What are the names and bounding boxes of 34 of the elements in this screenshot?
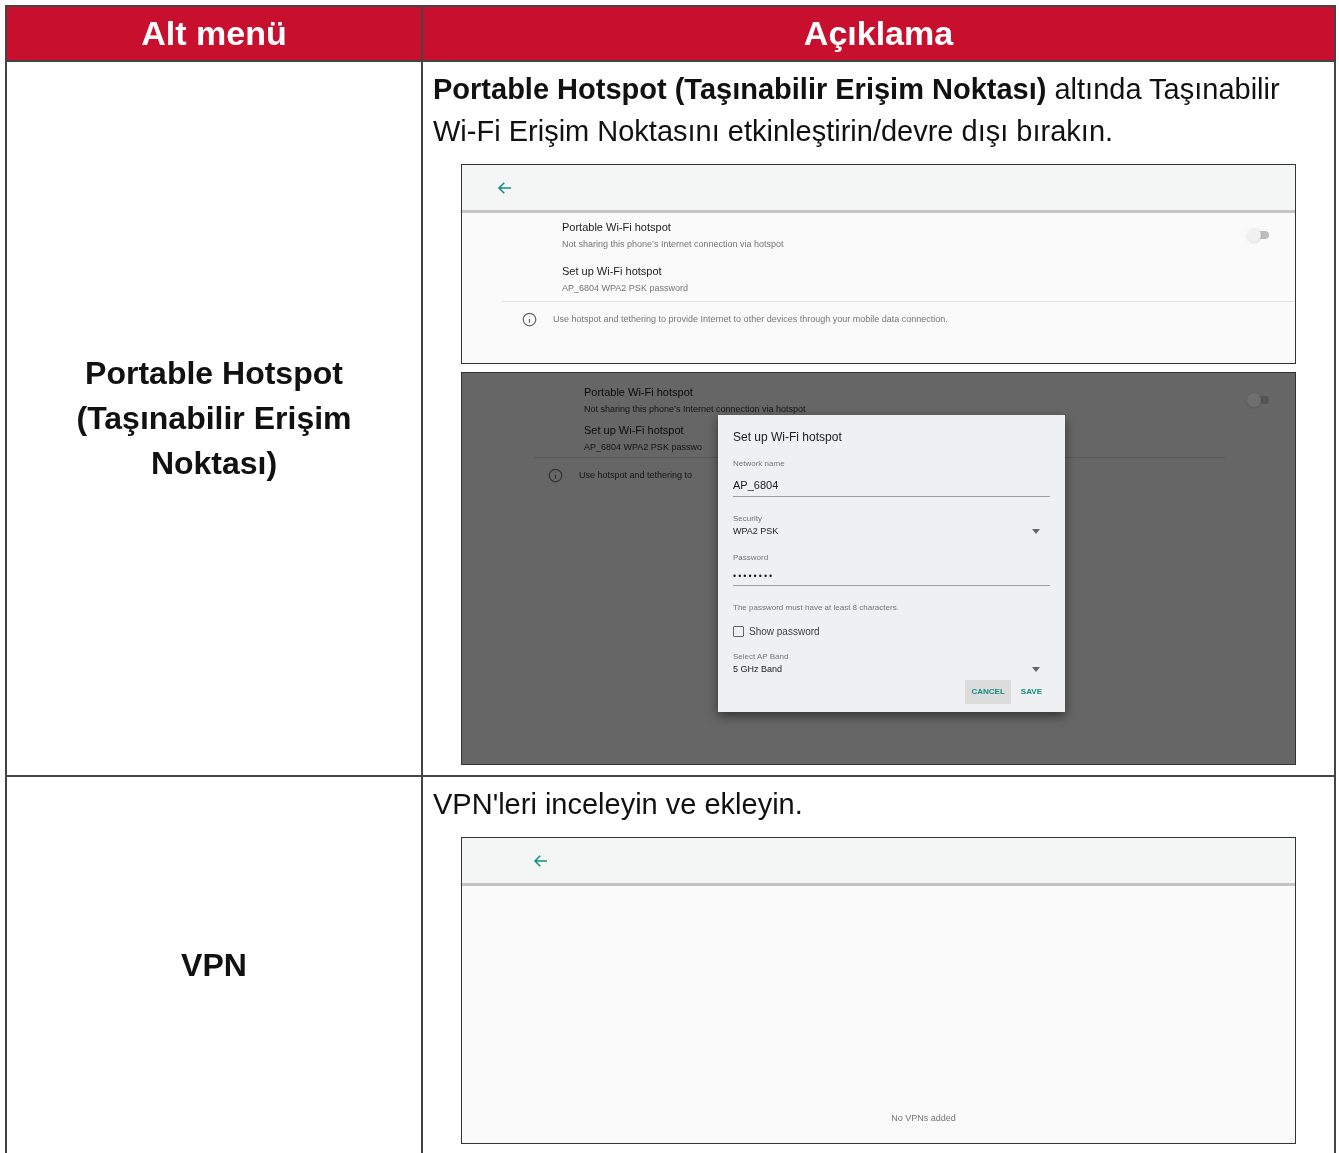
password-hint: The password must have at least 8 characters. [733, 601, 900, 614]
info-icon [522, 312, 537, 328]
dropdown-caret-icon[interactable] [1032, 666, 1040, 672]
info-icon [548, 468, 563, 484]
checkbox-label: Show password [749, 624, 820, 639]
setting-subtitle: AP_6804 WPA2 PSK password [562, 281, 689, 295]
setting-subtitle: Not sharing this phone’s Internet connection via hotspot [584, 402, 807, 416]
dialog-title: Set up Wi-Fi hotspot [733, 429, 843, 447]
field-label: Network name [733, 458, 786, 471]
info-text: Use hotspot and tethering to [579, 468, 693, 482]
setting-title[interactable]: Set up Wi-Fi hotspot [562, 263, 1271, 280]
password-field[interactable]: •••••••• [733, 564, 1050, 586]
setting-subtitle: Not sharing this phone’s Internet connection via hotspot [562, 237, 785, 251]
submenu-name: VPN [181, 946, 247, 986]
security-value[interactable]: WPA2 PSK [733, 524, 779, 539]
description-text: Portable Hotspot (Taşınabilir Erişim Noktası) altında Taşınabilir Wi-Fi Erişim Noktasını etkinleştirin/devre dışı bırakın. [432, 72, 1281, 150]
setting-title[interactable]: Portable Wi-Fi hotspot [562, 219, 1247, 236]
column-header: Açıklama [423, 7, 1336, 62]
field-label: Security [733, 512, 763, 525]
field-label: Select AP Band [733, 650, 790, 663]
dialog-button[interactable]: SAVE [1014, 680, 1048, 705]
column-header: Alt menü [7, 7, 423, 62]
toggle-switch[interactable] [1247, 393, 1271, 408]
ap-band-value[interactable]: 5 GHz Band [733, 662, 783, 677]
submenu-name: Portable Hotspot (Taşınabilir Erişim Noktası) [75, 354, 353, 483]
field-label: Password [733, 552, 770, 565]
dropdown-caret-icon[interactable] [1032, 528, 1040, 534]
description-text: VPN'leri inceleyin ve ekleyin. [432, 787, 804, 823]
toggle-switch[interactable] [1247, 228, 1271, 243]
empty-message: No VPNs added [890, 1111, 956, 1125]
info-text: Use hotspot and tethering to provide Internet to other devices through your mobile data connection. [553, 312, 948, 326]
setting-subtitle: AP_6804 WPA2 PSK passwo [584, 440, 703, 454]
network-name-field[interactable]: AP_6804 [733, 470, 1050, 497]
checkbox[interactable] [733, 625, 744, 637]
